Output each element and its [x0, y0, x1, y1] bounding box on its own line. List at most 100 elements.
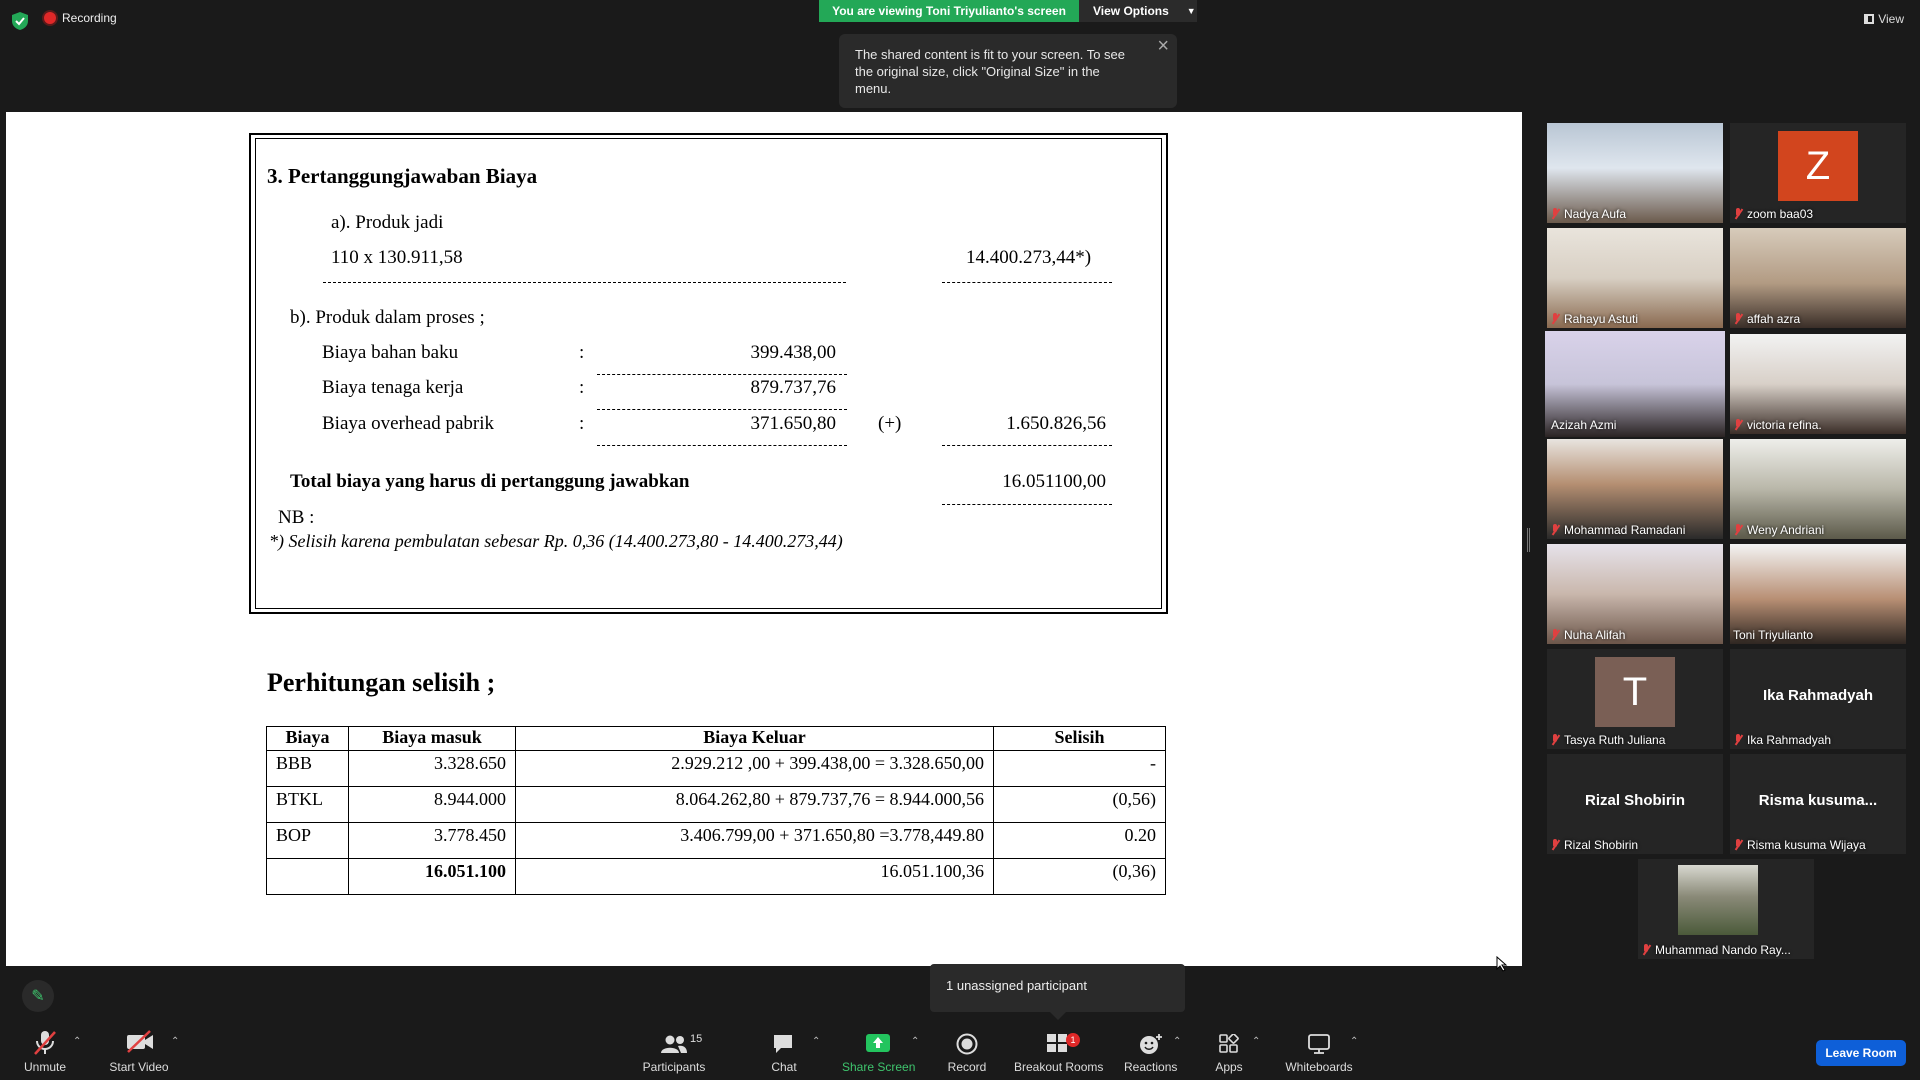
participant-name: Nuha Alifah	[1564, 628, 1626, 642]
avatar: Z	[1778, 131, 1858, 201]
view-button[interactable]: View	[1864, 12, 1904, 26]
table-row: BBB 3.328.650 2.929.212 ,00 + 399.438,00…	[266, 750, 1166, 787]
chevron-up-icon[interactable]: ⌃	[1350, 1036, 1360, 1047]
produk-jadi-formula: 110 x 130.911,58	[331, 247, 463, 268]
participant-tile[interactable]: Muhammad Nando Ray...	[1638, 859, 1814, 959]
chevron-up-icon[interactable]: ⌃	[171, 1036, 181, 1047]
close-icon[interactable]: ×	[1157, 36, 1169, 56]
participant-name: zoom baa03	[1747, 207, 1814, 221]
whiteboard-icon[interactable]	[1308, 1034, 1330, 1054]
participants-count: 15	[690, 1033, 703, 1045]
produk-proses-label: b). Produk dalam proses ;	[290, 307, 485, 328]
participant-tile[interactable]: Nadya Aufa	[1547, 123, 1723, 223]
mic-muted-icon	[1733, 208, 1743, 220]
table-cell: 3.778.450	[348, 822, 516, 859]
table-row: 16.051.100 16.051.100,36 (0,36)	[266, 858, 1166, 895]
participant-tile[interactable]: Weny Andriani	[1730, 439, 1906, 539]
chevron-up-icon[interactable]: ⌃	[911, 1036, 921, 1047]
apps-button[interactable]: Apps	[1214, 1060, 1244, 1074]
table-row: BTKL 8.944.000 8.064.262,80 + 879.737,76…	[266, 786, 1166, 823]
participant-tile-active-speaker[interactable]: Azizah Azmi	[1545, 331, 1725, 437]
share-screen-icon[interactable]	[866, 1034, 890, 1054]
participant-display-name: Ika Rahmadyah	[1762, 687, 1874, 704]
unmute-button[interactable]: Unmute	[23, 1060, 67, 1074]
record-icon[interactable]	[956, 1033, 978, 1055]
fit-to-screen-tooltip: The shared content is fit to your screen…	[839, 34, 1177, 108]
layout-icon	[1864, 14, 1875, 24]
participant-name: Rahayu Astuti	[1564, 312, 1639, 326]
chevron-up-icon[interactable]: ⌃	[1173, 1036, 1183, 1047]
table-cell: 8.944.000	[348, 786, 516, 823]
video-off-icon[interactable]	[126, 1030, 154, 1054]
unassigned-text: 1 unassigned participant	[946, 978, 1087, 993]
cost-row-value: 879.737,76	[750, 377, 837, 398]
start-video-button[interactable]: Start Video	[108, 1060, 170, 1074]
table-cell: 2.929.212 ,00 + 399.438,00 = 3.328.650,0…	[515, 750, 994, 787]
table-header: Biaya Keluar	[515, 726, 994, 751]
whiteboards-button[interactable]: Whiteboards	[1284, 1060, 1354, 1074]
proses-total: 1.650.826,56	[1006, 413, 1106, 434]
cost-row-label: Biaya bahan baku	[322, 342, 459, 363]
table-header: Biaya	[266, 726, 349, 751]
participant-tile[interactable]: Ika Rahmadyah Ika Rahmadyah	[1730, 649, 1906, 749]
annotate-pencil-icon[interactable]: ✎	[22, 980, 54, 1012]
security-shield-icon[interactable]	[12, 12, 28, 30]
participant-tile[interactable]: Mohammad Ramadani	[1547, 439, 1723, 539]
tooltip-text: The shared content is fit to your screen…	[855, 47, 1126, 96]
reactions-button[interactable]: Reactions	[1124, 1060, 1177, 1074]
table-cell: 16.051.100,36	[515, 858, 994, 895]
table-header: Selisih	[993, 726, 1166, 751]
reactions-icon[interactable]	[1139, 1033, 1163, 1055]
share-screen-button[interactable]: Share Screen	[842, 1060, 915, 1074]
view-options-button[interactable]: View Options ▼	[1079, 0, 1197, 22]
participant-tile[interactable]: Risma kusuma... Risma kusuma Wijaya	[1730, 754, 1906, 854]
participant-name: victoria refina.	[1747, 418, 1822, 432]
chat-icon[interactable]	[772, 1033, 794, 1055]
nb-label: NB :	[278, 507, 315, 528]
section-title: 3. Pertanggungjawaban Biaya	[267, 164, 538, 188]
participant-tile[interactable]: Z zoom baa03	[1730, 123, 1906, 223]
mic-muted-icon[interactable]	[34, 1030, 56, 1056]
participant-display-name: Rizal Shobirin	[1584, 792, 1685, 809]
participant-tile[interactable]: victoria refina.	[1730, 334, 1906, 434]
participant-tile[interactable]: Toni Triyulianto	[1730, 544, 1906, 644]
participant-tile[interactable]: Rahayu Astuti	[1547, 228, 1723, 328]
chevron-up-icon[interactable]: ⌃	[812, 1036, 822, 1047]
record-button[interactable]: Record	[947, 1060, 987, 1074]
produk-jadi-label: a). Produk jadi	[331, 212, 444, 233]
participant-tile[interactable]: affah azra	[1730, 228, 1906, 328]
breakout-badge: 1	[1066, 1033, 1080, 1047]
cost-row-label: Biaya tenaga kerja	[322, 377, 464, 398]
table-row: BOP 3.778.450 3.406.799,00 + 371.650,80 …	[266, 822, 1166, 859]
participant-tile[interactable]: Nuha Alifah	[1547, 544, 1723, 644]
mic-muted-icon	[1733, 313, 1743, 325]
recording-dot-icon	[44, 12, 56, 24]
apps-icon[interactable]	[1219, 1034, 1239, 1054]
participant-name: Toni Triyulianto	[1733, 628, 1814, 642]
chat-button[interactable]: Chat	[770, 1060, 798, 1074]
participants-icon[interactable]	[660, 1034, 688, 1054]
panel-resize-handle[interactable]	[1527, 528, 1530, 552]
cost-row-label: Biaya overhead pabrik	[322, 413, 494, 434]
participant-tile[interactable]: T Tasya Ruth Juliana	[1547, 649, 1723, 749]
table-header-row: Biaya Biaya masuk Biaya Keluar Selisih	[266, 726, 1166, 751]
mic-muted-icon	[1550, 839, 1560, 851]
participants-button[interactable]: Participants	[642, 1060, 706, 1074]
leave-room-button[interactable]: Leave Room	[1816, 1040, 1906, 1066]
recording-indicator[interactable]: Recording	[44, 11, 117, 25]
mic-muted-icon	[1550, 524, 1560, 536]
table-header: Biaya masuk	[348, 726, 516, 751]
participant-name: Nadya Aufa	[1564, 207, 1627, 221]
breakout-rooms-button[interactable]: Breakout Rooms	[1014, 1060, 1103, 1074]
table-cell: (0,36)	[993, 858, 1166, 895]
table-cell: 8.064.262,80 + 879.737,76 = 8.944.000,56	[515, 786, 994, 823]
shared-screen: 3. Pertanggungjawaban Biaya a). Produk j…	[6, 112, 1522, 966]
chevron-up-icon[interactable]: ⌃	[73, 1036, 83, 1047]
participant-name: Ika Rahmadyah	[1747, 733, 1832, 747]
cost-row-colon: :	[579, 413, 585, 434]
unassigned-participant-popup[interactable]: 1 unassigned participant	[930, 964, 1185, 1020]
chevron-up-icon[interactable]: ⌃	[1252, 1036, 1262, 1047]
participant-tile[interactable]: Rizal Shobirin Rizal Shobirin	[1547, 754, 1723, 854]
chevron-down-icon: ▼	[1186, 6, 1196, 16]
mic-muted-icon	[1733, 839, 1743, 851]
